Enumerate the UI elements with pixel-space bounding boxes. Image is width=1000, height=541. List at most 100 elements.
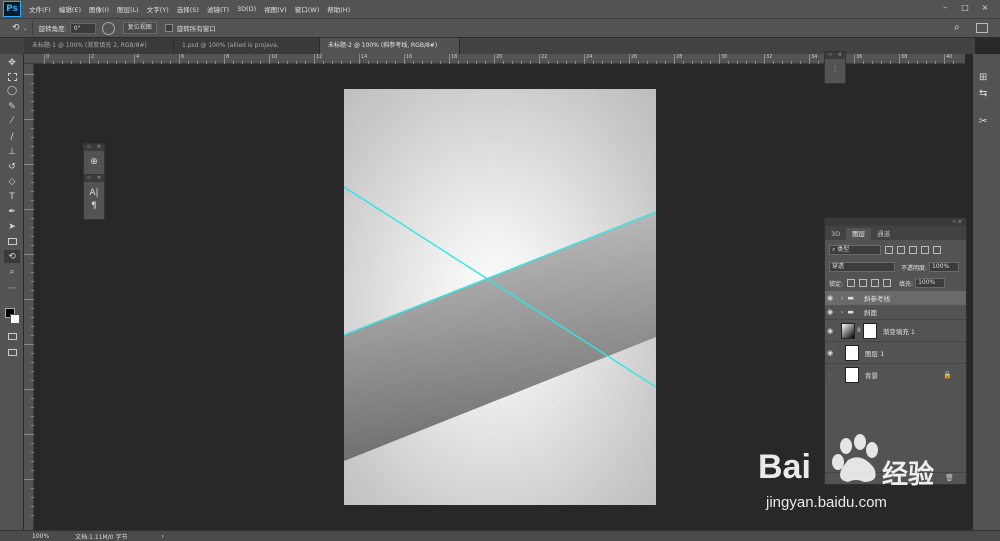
ruler-minor-tick (31, 488, 34, 489)
tab-channels[interactable]: 通道 (871, 228, 896, 240)
maximize-icon[interactable]: □ (960, 3, 970, 13)
layer-row-gradient-fill[interactable]: ◉ 8 渐变填充 1 (825, 319, 966, 341)
visibility-eye-icon[interactable]: ◉ (825, 327, 835, 335)
ruler-minor-tick (683, 61, 684, 64)
ruler-minor-tick (31, 461, 34, 462)
history-brush-tool-icon[interactable]: ↺ (4, 160, 20, 173)
rectangle-tool-icon[interactable] (4, 235, 20, 248)
menu-help[interactable]: 帮助(H) (327, 4, 350, 14)
lasso-tool-icon[interactable]: ◯ (4, 84, 20, 97)
visibility-eye-icon[interactable]: ◉ (825, 294, 835, 302)
link-icon[interactable]: 8 (857, 327, 861, 334)
ruler-minor-tick (881, 61, 882, 64)
ruler-minor-tick (31, 506, 34, 507)
menu-filter[interactable]: 滤镜(T) (207, 4, 229, 14)
zoom-level[interactable]: 100% (32, 533, 49, 540)
menu-file[interactable]: 文件(F) (29, 4, 51, 14)
ruler-minor-tick (422, 61, 423, 64)
properties-icon[interactable]: ⊞ (979, 72, 987, 83)
reset-view-button[interactable]: 复位视图 (122, 22, 157, 34)
chevron-down-icon[interactable]: ⌄ (23, 25, 28, 32)
layer-kind-select[interactable]: ⌕ 类型 (829, 245, 881, 255)
menu-image[interactable]: 图像(I) (89, 4, 109, 14)
ruler-minor-tick (31, 200, 34, 201)
smart-object-filter-icon[interactable] (933, 246, 941, 254)
menu-3d[interactable]: 3D(D) (237, 5, 256, 13)
document-canvas[interactable] (344, 89, 656, 505)
workspace-icon[interactable] (976, 23, 988, 33)
tab-3d[interactable]: 3D (825, 228, 846, 240)
tab-untitled-1[interactable]: 未标题-1 @ 100% (渐变填充 2, RGB/8#) *× (24, 38, 174, 65)
visibility-eye-icon[interactable]: ◉ (825, 308, 835, 316)
rotate-angle-input[interactable]: 0° (69, 22, 96, 34)
ruler-tick (629, 54, 630, 64)
lock-all-icon[interactable] (883, 279, 892, 287)
tab-layers[interactable]: 图层 (846, 228, 872, 240)
shape-filter-icon[interactable] (921, 246, 929, 254)
history-icon[interactable]: ⫶ (825, 59, 845, 81)
screen-mode-icon[interactable] (4, 346, 20, 359)
divider (31, 21, 33, 35)
lock-position-icon[interactable] (871, 279, 880, 287)
layer-row-layer-1[interactable]: ◉ 图层 1 (825, 341, 966, 363)
close-icon[interactable]: × (980, 3, 990, 13)
quick-select-tool-icon[interactable]: ✎ (4, 100, 20, 113)
path-select-tool-icon[interactable]: ➤ (4, 220, 20, 233)
menu-layer[interactable]: 图层(L) (117, 4, 139, 14)
pixel-filter-icon[interactable] (885, 246, 893, 254)
ruler-minor-tick (31, 398, 34, 399)
paragraph-mini-panel: ‹‹ × A| ¶ (83, 174, 105, 220)
minimize-icon[interactable]: – (940, 3, 950, 13)
layer-row-guide-group[interactable]: ◉ › ▬ 斜参考线 (825, 291, 966, 305)
status-menu-arrow[interactable]: › (161, 533, 163, 540)
visibility-eye-icon[interactable]: ◉ (825, 349, 835, 357)
blend-row: 穿透 不透明度: 100% (829, 262, 960, 272)
collapse-icon[interactable]: ‹‹ × (952, 218, 962, 226)
character-panel-icon[interactable]: A| (84, 188, 104, 198)
rotation-dial-icon[interactable] (101, 21, 115, 35)
mini-panel-header: ‹‹ × (84, 175, 104, 182)
menu-window[interactable]: 窗口(W) (295, 4, 320, 14)
ruler-minor-tick (31, 173, 34, 174)
rotate-view-tool-icon[interactable]: ⟲ (12, 23, 20, 33)
adjustment-filter-icon[interactable] (897, 246, 905, 254)
brush-tool-icon[interactable]: ∕ (4, 130, 20, 143)
tab-1-psd[interactable]: 1.psd @ 100% (allied is projava, RGB/8)× (174, 38, 320, 65)
opacity-input[interactable]: 100% (929, 262, 960, 272)
search-icon[interactable]: ⌕ (954, 22, 960, 33)
menu-view[interactable]: 视图(V) (264, 4, 287, 14)
eraser-tool-icon[interactable]: ◇ (4, 175, 20, 188)
more-tools-icon[interactable]: ··· (4, 282, 20, 295)
visibility-eye-icon[interactable]: ▫ (825, 371, 835, 379)
marquee-tool-icon[interactable] (4, 70, 20, 83)
layer-row-background[interactable]: ▫ 背景 🔒 (825, 363, 966, 385)
text-tool-icon[interactable]: T (4, 190, 20, 203)
adjustments-icon[interactable]: ⇆ (979, 88, 987, 99)
pen-tool-icon[interactable]: ✒ (4, 205, 20, 218)
stamp-tool-icon[interactable]: ⊥ (4, 145, 20, 158)
chevron-right-icon[interactable]: › (841, 295, 843, 302)
quick-mask-icon[interactable] (4, 330, 20, 343)
ruler-minor-tick (31, 290, 34, 291)
zoom-tool-icon[interactable]: ⌕ (4, 265, 20, 278)
paragraph-panel-icon[interactable]: ¶ (84, 201, 104, 211)
eyedropper-tool-icon[interactable]: ⁄ (4, 114, 20, 127)
background-color-swatch[interactable] (10, 314, 20, 324)
menu-type[interactable]: 文字(Y) (147, 4, 169, 14)
layer-row-bevel-group[interactable]: ◉ › ▬ 斜面 (825, 305, 966, 319)
menu-select[interactable]: 选择(S) (177, 4, 199, 14)
ruler-tick (269, 54, 270, 64)
rotate-view-tool-icon[interactable]: ⟲ (4, 250, 20, 263)
lock-pixels-icon[interactable] (859, 279, 868, 287)
character-styles-icon[interactable]: ⊕ (84, 151, 104, 173)
tools-preset-icon[interactable]: ✂ (979, 116, 987, 127)
tab-untitled-2[interactable]: 未标题-2 @ 100% (斜参考线, RGB/8#) *× (320, 38, 460, 65)
menu-edit[interactable]: 编辑(E) (59, 4, 81, 14)
move-tool-icon[interactable]: ✥ (4, 56, 20, 69)
type-filter-icon[interactable] (909, 246, 917, 254)
fill-input[interactable]: 100% (915, 278, 946, 288)
chevron-right-icon[interactable]: › (841, 309, 843, 316)
rotate-all-checkbox[interactable] (164, 24, 173, 32)
lock-transparency-icon[interactable] (847, 279, 856, 287)
blend-mode-select[interactable]: 穿透 (829, 262, 895, 272)
